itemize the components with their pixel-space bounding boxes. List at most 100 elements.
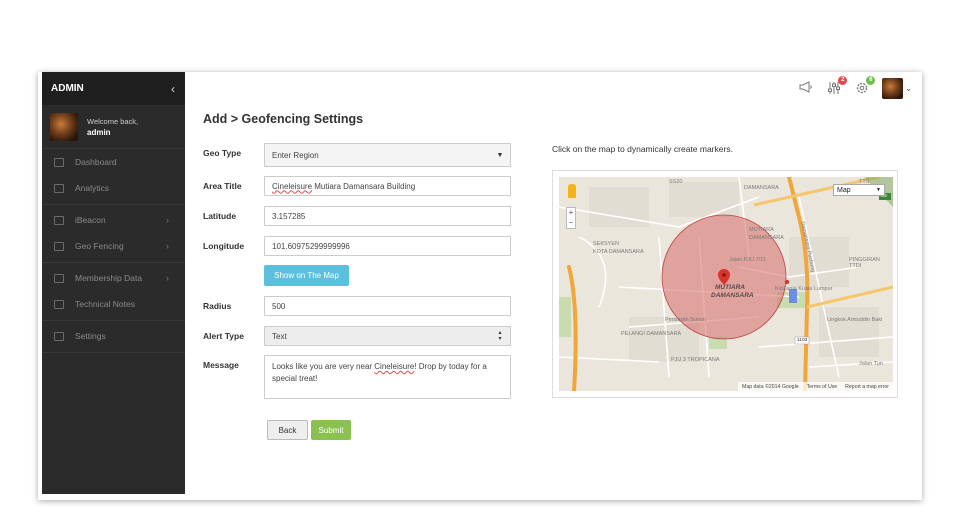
map-label: Jalan Tun [859,361,883,367]
sidebar-item-label: Geo Fencing [75,241,124,251]
collapse-sidebar-icon[interactable]: ‹ [171,82,175,96]
show-on-map-button[interactable]: Show on The Map [264,265,349,286]
terms-of-use-link[interactable]: Terms of Use [807,384,838,390]
notifications-badge: 2 [838,75,848,85]
map-label: Jalan PJU 7/11 [729,257,766,263]
map-label: SEKSYEN [593,241,619,247]
map-type-select[interactable]: Map ▼ [833,184,885,196]
user-avatar [882,78,904,99]
sidebar-item-technical-notes[interactable]: Technical Notes [42,291,185,317]
alert-type-select[interactable]: Text ▴ ▾ [264,326,511,346]
zoom-in-button[interactable]: + [567,208,575,218]
sidebar-item-settings[interactable]: Settings [42,323,185,349]
sidebar-item-label: Technical Notes [75,299,136,309]
map-data-credit: Map data ©2014 Google [742,383,799,390]
longitude-input[interactable]: 101.60975299999996 [264,236,511,256]
analytics-icon [54,183,64,193]
user-menu[interactable]: ⌄ [882,78,912,99]
longitude-label: Longitude [203,241,245,251]
chevron-right-icon: › [166,215,169,225]
sliders-icon[interactable]: 2 [826,75,848,97]
map-label: Lingkok Amiuddin Baki [827,317,883,323]
map-attribution: Map data ©2014 Google Terms of Use Repor… [738,382,893,391]
map-panel: SS20 DAMANSARA TTS SEKSYEN KOTA DAMANSAR… [552,170,898,398]
map-label: DAMANSARA [749,235,784,241]
welcome-block: Welcome back, admin [42,105,185,149]
geo-type-value: Enter Region [272,150,319,160]
geo-type-label: Geo Type [203,148,242,158]
area-title-input[interactable]: Cineleisure Mutiara Damansara Building [264,176,511,196]
map-label: PINGGIRAN TTDI [849,257,880,269]
area-title-rest: Mutiara Damansara Building [312,181,416,191]
map-type-value: Map [837,186,851,194]
map-label-center: DAMANSARA [711,292,754,299]
welcome-text: Welcome back, [87,116,139,126]
sidebar-item-geo-fencing[interactable]: Geo Fencing › [42,233,185,259]
membership-icon [54,273,64,283]
sidebar-divider [42,352,185,353]
radius-label: Radius [203,301,232,311]
geo-fencing-icon [54,241,64,251]
sidebar-item-label: Membership Data [75,273,143,283]
map-label: KidZania Kuala Lumpur [775,286,833,292]
latitude-value: 3.157285 [272,211,306,221]
area-title-label: Area Title [203,181,242,191]
sidebar: ADMIN ‹ Welcome back, admin Dashboard An… [42,72,185,494]
settings-badge: 6 [866,75,876,85]
map-canvas[interactable]: SS20 DAMANSARA TTS SEKSYEN KOTA DAMANSAR… [559,177,893,391]
brand-label: ADMIN [51,83,84,94]
message-text-1: Looks like you are very near [272,362,375,371]
back-button[interactable]: Back [267,420,308,440]
top-toolbar: 2 6 ⌄ [798,75,912,99]
gear-icon[interactable]: 6 [854,75,876,97]
map-label: KOTA DAMANSARA [593,249,644,255]
spellcheck-word: Cineleisure [272,181,313,191]
sidebar-divider [42,204,185,205]
report-map-error-link[interactable]: Report a map error [845,384,889,390]
map-label: PJU 3 TROPICANA [671,357,720,363]
sidebar-item-label: Analytics [75,183,110,193]
submit-button[interactable]: Submit [311,420,351,440]
map-label: DAMANSARA [744,185,779,191]
chevron-right-icon: › [166,241,169,251]
sidebar-item-label: Settings [75,331,106,341]
sidebar-item-dashboard[interactable]: Dashboard [42,149,185,175]
sidebar-divider [42,262,185,263]
message-label: Message [203,360,239,370]
alert-type-label: Alert Type [203,331,244,341]
radius-input[interactable]: 500 [264,296,511,316]
caret-down-icon: ▼ [496,151,504,159]
updown-arrows-icon: ▴ ▾ [498,330,502,342]
sidebar-item-analytics[interactable]: Analytics [42,175,185,201]
map-hint: Click on the map to dynamically create m… [552,144,733,154]
sidebar-item-label: Dashboard [75,157,117,167]
sidebar-item-ibeacon[interactable]: iBeacon › [42,207,185,233]
app-window: ADMIN ‹ Welcome back, admin Dashboard An… [38,72,922,500]
sidebar-header: ADMIN ‹ [42,72,185,105]
sidebar-divider [42,320,185,321]
map-label-center: MUTIARA [715,284,745,291]
map-label: Persiaran Surian [665,317,706,323]
zoom-out-button[interactable]: − [567,218,575,228]
map-label: PELANGI DAMANSARA [621,331,682,337]
alert-type-value: Text [272,331,287,341]
sidebar-item-membership-data[interactable]: Membership Data › [42,265,185,291]
page-title: Add > Geofencing Settings [203,112,364,126]
map-label: SS20 [669,179,683,185]
ibeacon-icon [54,215,64,225]
notes-icon [54,299,64,309]
dashboard-icon [54,157,64,167]
message-textarea[interactable]: Looks like you are very near Cineleisure… [264,355,511,399]
geo-type-select[interactable]: Enter Region ▼ [264,143,511,167]
spellcheck-word: Cineleisure [374,362,415,371]
sidebar-item-label: iBeacon [75,215,106,225]
settings-icon [54,331,64,341]
latitude-label: Latitude [203,211,237,221]
radius-value: 500 [272,301,286,311]
street-view-pegman-icon[interactable] [568,184,576,198]
chevron-right-icon: › [166,273,169,283]
latitude-input[interactable]: 3.157285 [264,206,511,226]
megaphone-icon[interactable] [798,80,814,97]
zoom-control[interactable]: + − [566,207,576,229]
username: admin [87,127,111,137]
